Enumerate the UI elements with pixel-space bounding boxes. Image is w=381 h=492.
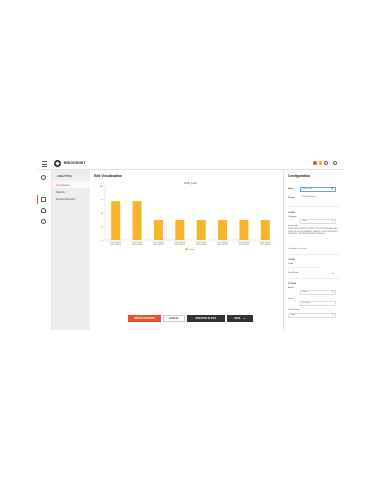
y-label-input[interactable]	[288, 267, 318, 268]
x-tick-label: 0RLU-7H1000	[260, 244, 270, 246]
chart-title: ENB_Load	[184, 181, 197, 185]
active-label: Active	[288, 287, 294, 289]
category-label: Category	[288, 216, 297, 218]
x-tick-label: 0RLU-4H1000	[239, 244, 249, 246]
category-select[interactable]: Vanc ▾	[300, 219, 336, 224]
y-tick-label: 100	[100, 186, 104, 188]
chevron-right-icon: ►	[243, 317, 246, 320]
gear-icon[interactable]	[41, 219, 46, 224]
name-value: ENB_Load	[302, 188, 313, 190]
bar	[196, 220, 206, 240]
menu-icon[interactable]	[42, 161, 47, 167]
sidebar-item-archived-reports[interactable]: Archived Reports	[52, 195, 90, 202]
first-series-label: First Series	[288, 272, 299, 274]
group-value: TCSP Networks	[301, 196, 316, 198]
bar	[153, 220, 163, 240]
top-bar: BRIDGENET	[37, 158, 344, 170]
time-frame-select[interactable]: None ▾	[288, 313, 336, 318]
x-tick-label: 2G-VLT-6Q150	[174, 242, 185, 244]
name-field[interactable]: ENB_Load ▦	[300, 187, 336, 192]
x-tick-label: 0RLU-7H1000	[217, 244, 227, 246]
conditions-link[interactable]: Conditions Selected	[288, 248, 306, 250]
legend-label: Load	[189, 249, 193, 251]
x-tick-label: 2G-VLT-6Q150	[260, 242, 271, 244]
x-tick-label: 0RLU-7H1000	[153, 244, 163, 246]
time-frame-label: Time Frame	[288, 309, 300, 311]
x-tick-label: 2G-VLT-6Q150	[196, 242, 207, 244]
legend-swatch	[185, 248, 188, 251]
x-axis-label: X-AXIS	[288, 212, 295, 214]
x-tick-label: 0RLU-4H1000	[132, 244, 142, 246]
label2-label: Label	[288, 298, 294, 300]
sidebar-item-reports[interactable]: Reports	[52, 188, 90, 195]
x-tick-label: 2G-VLT-6Q150	[132, 242, 143, 244]
brand-logo-icon[interactable]	[54, 160, 61, 167]
y-tick-label: 0	[102, 240, 104, 242]
bar	[218, 220, 228, 240]
action-bar: UPDATE RECORD CANCEL PREVIEW IN FILE SAV…	[128, 315, 253, 322]
status-dot-red	[313, 161, 317, 165]
chevron-down-icon: ▾	[332, 220, 334, 222]
bar	[111, 201, 121, 240]
y-axis-label: Y-AXIS	[288, 259, 295, 261]
configuration-panel: Configuration Name ENB_Load ▦ Group TCSP…	[283, 170, 344, 330]
query-label: Query Info	[288, 225, 298, 227]
config-title: Configuration	[288, 174, 311, 178]
x-tick-label: 0RLU-4H1000	[175, 244, 185, 246]
y-tick-label: 25	[101, 226, 104, 228]
time-frame-value: None	[290, 314, 296, 316]
brand-name: BRIDGENET	[64, 161, 86, 165]
save-label: SAVE	[234, 317, 241, 320]
divider	[288, 254, 340, 255]
sidebar-item-visualisation[interactable]: Visualisation	[52, 181, 90, 188]
active-value: None	[302, 291, 308, 293]
bar	[260, 220, 270, 240]
analytics-icon[interactable]	[41, 197, 46, 202]
y-tick-label: 50	[101, 213, 104, 215]
edit-icon: ▦	[331, 188, 334, 190]
user-icon[interactable]	[41, 208, 46, 213]
notification-icon[interactable]	[324, 161, 328, 165]
name-label: Name	[288, 188, 294, 190]
rail-active-indicator	[37, 195, 38, 204]
category-value: Vanc	[302, 220, 307, 222]
x-tick-label: 0RLU-7H1000	[196, 244, 206, 246]
bar	[239, 220, 249, 240]
sidebar: ANALYTICS Visualisation Reports Archived…	[52, 170, 90, 330]
x-tick-label: 0RLU-7H1000	[111, 244, 121, 246]
divider	[288, 206, 340, 207]
save-button[interactable]: SAVE ►	[227, 315, 253, 322]
bar	[175, 220, 185, 240]
y2-axis-label: Y2-AXIS	[288, 283, 297, 285]
home-icon[interactable]	[41, 175, 46, 180]
group-field[interactable]: TCSP Networks	[300, 196, 336, 201]
update-record-button[interactable]: UPDATE RECORD	[128, 315, 161, 322]
x-tick-label: 2G-VLT-6Q150	[110, 242, 121, 244]
preview-button[interactable]: PREVIEW IN FILE	[187, 315, 225, 322]
label2-field[interactable]: ID value	[300, 301, 336, 306]
y-tick-label: 75	[101, 199, 104, 201]
label2-value: ID value	[302, 302, 310, 304]
add-icon[interactable]: +	[332, 271, 334, 275]
x-tick-label: 2G-VLT-6Q150	[239, 242, 250, 244]
sidebar-title: ANALYTICS	[57, 175, 72, 178]
bar	[132, 201, 142, 240]
divider	[288, 278, 340, 279]
x-tick-label: 2G-VLT-6Q150	[217, 242, 228, 244]
chevron-down-icon: ▾	[332, 291, 334, 293]
query-text: 2G-VLT-6Q1500RLU-7H1000, 2G-VLT-6Q1500RL…	[288, 228, 338, 236]
bar-chart: ENB_Load02550751002G-VLT-6Q1500RLU-7H100…	[100, 181, 276, 251]
main-panel: Edit Visualisation ENB_Load 0 25 50 75 100 2G-…	[91, 170, 282, 330]
settings-icon[interactable]	[333, 161, 337, 165]
app-window: BRIDGENET ANALYTICS Visualisation Report…	[37, 158, 344, 330]
y-label-label: Label	[288, 263, 294, 265]
chevron-down-icon: ▾	[332, 314, 334, 316]
status-dot-orange	[318, 161, 322, 165]
top-bar-icons	[313, 161, 337, 165]
group-label: Group	[288, 197, 295, 199]
active-select[interactable]: None ▾	[300, 290, 336, 295]
icon-rail	[37, 170, 52, 330]
x-tick-label: 2G-VLT-6Q150	[153, 242, 164, 244]
cancel-button[interactable]: CANCEL	[163, 315, 185, 322]
